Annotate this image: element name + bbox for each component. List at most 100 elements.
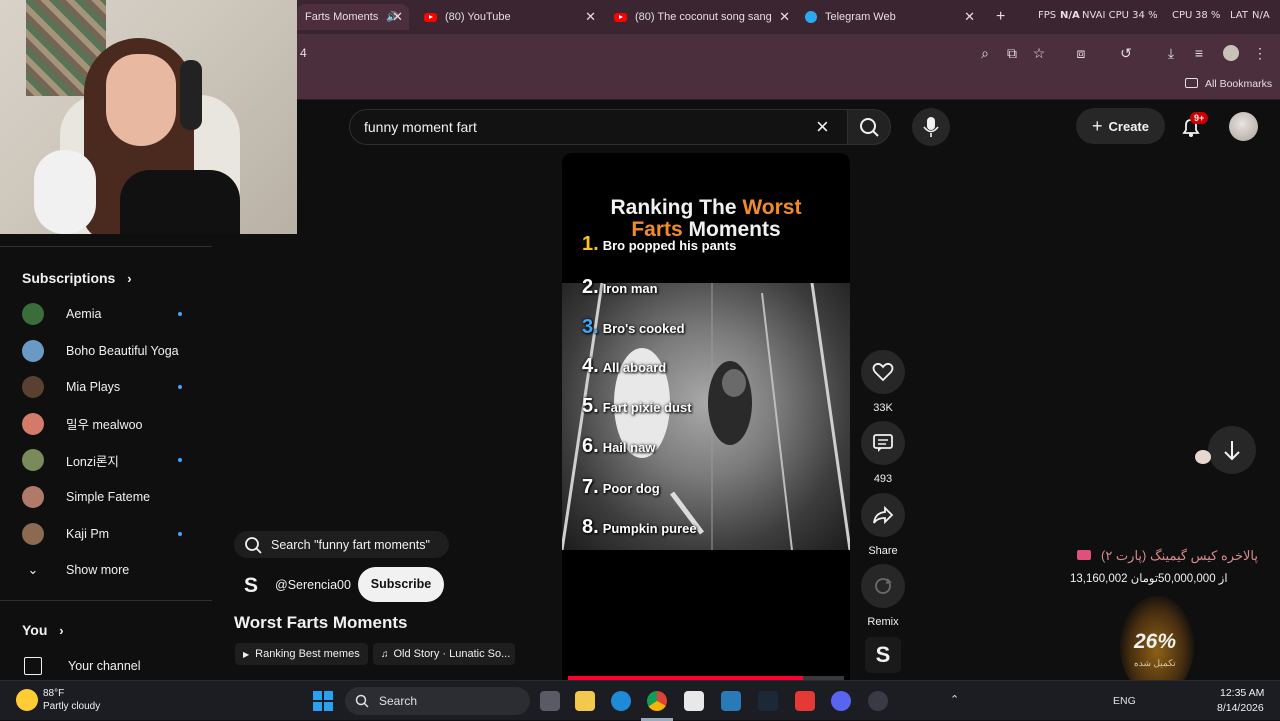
like-button[interactable] bbox=[861, 350, 905, 394]
comment-icon bbox=[873, 434, 893, 452]
tab-label: Telegram Web bbox=[825, 11, 896, 23]
search-input[interactable]: funny moment fart bbox=[364, 119, 477, 135]
profile-avatar[interactable] bbox=[1223, 45, 1239, 61]
tab-youtube[interactable]: (80) YouTube ✕ bbox=[416, 4, 602, 30]
tab-farts-moments[interactable]: Farts Moments 🔊 ✕ bbox=[297, 4, 409, 30]
subscription-item[interactable]: Simple Fateme bbox=[22, 482, 192, 512]
zoom-icon[interactable]: ⌕ bbox=[976, 44, 994, 62]
download-icon[interactable]: ⤓ bbox=[1162, 44, 1180, 62]
like-action[interactable]: 33K bbox=[861, 350, 905, 414]
subscription-label: Mia Plays bbox=[66, 380, 121, 395]
history-icon[interactable]: ↺ bbox=[1117, 44, 1135, 62]
close-tab-icon[interactable]: ✕ bbox=[585, 9, 596, 25]
lat-value: N/A bbox=[1252, 10, 1270, 21]
close-icon[interactable]: × bbox=[816, 114, 829, 140]
taskbar-search[interactable]: Search bbox=[345, 687, 530, 715]
all-bookmarks-link[interactable]: All Bookmarks bbox=[1205, 78, 1272, 90]
account-avatar[interactable] bbox=[1229, 112, 1258, 141]
channel-avatar bbox=[22, 376, 44, 399]
tray-chevron-icon[interactable]: ⌃ bbox=[950, 693, 959, 706]
notification-badge: 9+ bbox=[1190, 112, 1209, 124]
you-header[interactable]: You › bbox=[22, 622, 64, 638]
discord-icon[interactable] bbox=[831, 691, 851, 711]
tab-coconut-song[interactable]: (80) The coconut song sang b ✕ bbox=[606, 4, 796, 30]
playlist-chip[interactable]: ▶ Ranking Best memes bbox=[235, 643, 368, 665]
menu-kebab-icon[interactable]: ⋮ bbox=[1251, 44, 1269, 62]
rank-label: All aboard bbox=[602, 360, 667, 375]
subscription-item[interactable]: Mia Plays bbox=[22, 372, 192, 402]
rank-number: 2. bbox=[582, 276, 599, 298]
rank-label: Fart pixie dust bbox=[602, 400, 692, 415]
rank-label: Bro's cooked bbox=[602, 321, 685, 336]
channel-avatar[interactable]: S bbox=[236, 571, 266, 601]
voice-search-button[interactable] bbox=[912, 108, 950, 146]
task-view-icon[interactable] bbox=[540, 691, 560, 711]
weather-desc[interactable]: Partly cloudy bbox=[43, 701, 100, 712]
short-title[interactable]: Worst Farts Moments bbox=[234, 613, 408, 633]
file-explorer-icon[interactable] bbox=[575, 691, 595, 711]
edge-icon[interactable] bbox=[611, 691, 631, 711]
subscriptions-header[interactable]: Subscriptions › bbox=[22, 270, 132, 286]
steam-icon[interactable] bbox=[758, 691, 778, 711]
channel-avatar bbox=[22, 486, 44, 508]
tab-telegram[interactable]: Telegram Web ✕ bbox=[797, 4, 981, 30]
channel-name[interactable]: @Serencia00 bbox=[275, 578, 351, 592]
rank-label: Pumpkin puree bbox=[602, 521, 697, 536]
star-icon[interactable]: ☆ bbox=[1030, 44, 1048, 62]
subscription-item[interactable]: 밀우 mealwoo bbox=[22, 409, 192, 439]
clock-date[interactable]: 8/14/2026 bbox=[1217, 702, 1264, 714]
tab-label: (80) The coconut song sang b bbox=[635, 11, 775, 23]
sound-thumbnail[interactable]: S bbox=[865, 637, 901, 673]
close-tab-icon[interactable]: ✕ bbox=[779, 9, 790, 25]
app-icon-2[interactable] bbox=[868, 691, 888, 711]
weather-temp[interactable]: 88°F bbox=[43, 688, 64, 699]
subscription-item[interactable]: Kaji Pm bbox=[22, 519, 192, 549]
your-channel-link[interactable]: Your channel bbox=[22, 651, 192, 681]
close-tab-icon[interactable]: ✕ bbox=[392, 9, 403, 25]
store-icon[interactable] bbox=[684, 691, 704, 711]
new-tab-label: + bbox=[996, 8, 1006, 25]
clock-time[interactable]: 12:35 AM bbox=[1220, 687, 1264, 699]
share-action[interactable]: Share bbox=[861, 493, 905, 557]
address-input[interactable]: 4 bbox=[300, 46, 307, 60]
extensions-icon[interactable]: ⧈ bbox=[1072, 44, 1090, 62]
windows-start-icon[interactable] bbox=[313, 691, 333, 711]
subscribe-button[interactable]: Subscribe bbox=[358, 567, 444, 602]
show-more-button[interactable]: ⌄ Show more bbox=[22, 555, 192, 585]
reading-list-icon[interactable]: ≡ bbox=[1190, 44, 1208, 62]
short-video-player[interactable]: Ranking The Worst Farts Moments 1. Bro po… bbox=[562, 153, 850, 680]
search-button[interactable] bbox=[847, 109, 891, 145]
app-red-icon[interactable] bbox=[795, 691, 815, 711]
subscription-label: Aemia bbox=[66, 307, 102, 321]
subscription-item[interactable]: Lonzi론지 bbox=[22, 445, 192, 475]
create-button[interactable]: + Create bbox=[1076, 108, 1165, 144]
comment-action[interactable]: 493 bbox=[861, 421, 905, 485]
music-note-icon: ♫ bbox=[381, 648, 389, 660]
new-content-dot bbox=[178, 458, 182, 463]
windows-taskbar: 88°F Partly cloudy Search ⌃ ENG 12:35 AM… bbox=[0, 680, 1280, 721]
chrome-icon[interactable] bbox=[647, 691, 667, 711]
subscription-item[interactable]: Aemia bbox=[22, 299, 192, 329]
notifications-button[interactable]: 9+ bbox=[1178, 112, 1209, 140]
comment-button[interactable] bbox=[861, 421, 905, 465]
search-icon bbox=[245, 536, 262, 554]
subscription-item[interactable]: Boho Beautiful Yoga bbox=[22, 336, 192, 366]
close-tab-icon[interactable]: ✕ bbox=[964, 9, 975, 25]
fps-value: N/A bbox=[1060, 10, 1080, 21]
next-short-button[interactable] bbox=[1208, 426, 1256, 474]
search-box[interactable]: funny moment fart × bbox=[349, 109, 847, 145]
app-icon[interactable] bbox=[721, 691, 741, 711]
remix-action[interactable]: Remix bbox=[861, 564, 905, 628]
share-button[interactable] bbox=[861, 493, 905, 537]
telegram-icon bbox=[805, 11, 817, 23]
install-icon[interactable]: ⧉ bbox=[1003, 44, 1021, 62]
remix-button[interactable] bbox=[861, 564, 905, 608]
related-search-chip[interactable]: Search "funny fart moments" bbox=[234, 531, 449, 558]
new-content-dot bbox=[178, 531, 182, 536]
title-part: Ranking The bbox=[610, 196, 743, 219]
subscription-label: Kaji Pm bbox=[66, 526, 110, 541]
language-indicator[interactable]: ENG bbox=[1113, 695, 1136, 707]
rank-number: 6. bbox=[582, 435, 599, 457]
sound-chip[interactable]: ♫ Old Story · Lunatic So... bbox=[373, 643, 515, 665]
new-tab-button[interactable]: + bbox=[988, 4, 1010, 30]
